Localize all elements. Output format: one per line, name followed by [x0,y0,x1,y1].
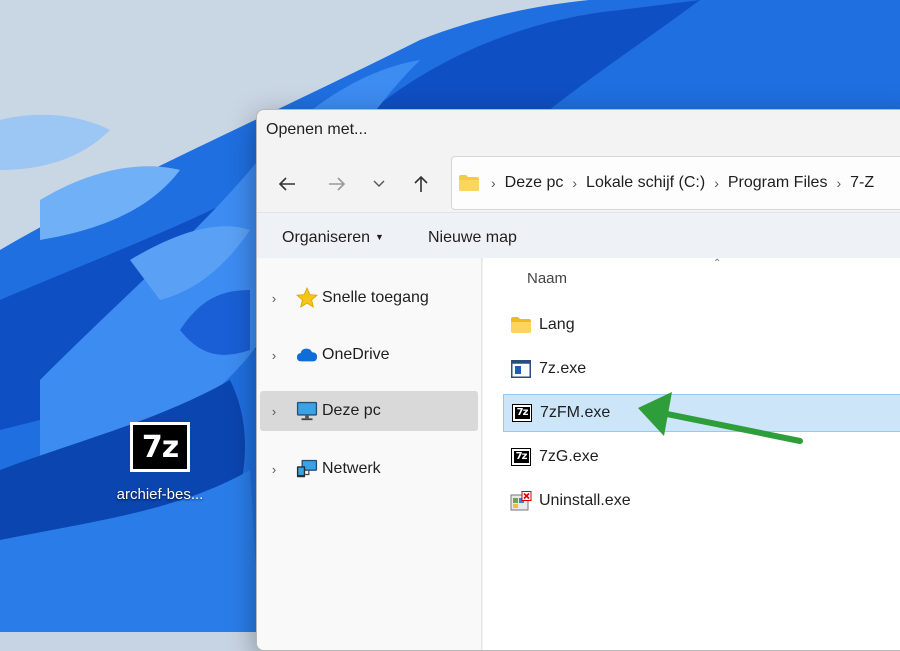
breadcrumb-deze-pc[interactable]: Deze pc [501,174,568,192]
folder-icon [452,174,486,192]
network-icon [296,458,318,480]
sort-ascending-icon: ⌃ [713,258,722,269]
up-arrow-icon [414,175,428,192]
file-row-lang[interactable]: Lang [503,306,900,344]
chevron-right-icon[interactable]: › [260,462,288,477]
console-exe-icon [509,358,533,380]
back-button[interactable] [273,170,301,198]
uninstall-icon [509,490,533,512]
up-button[interactable] [407,170,435,198]
back-arrow-icon [278,177,295,191]
breadcrumb-separator: › [836,175,842,191]
command-bar: Organiseren ▼ Nieuwe map [257,212,900,260]
folder-icon [509,314,533,336]
chevron-right-icon[interactable]: › [260,291,288,306]
file-row-uninstall-exe[interactable]: Uninstall.exe [503,482,900,520]
dropdown-caret-icon: ▼ [375,232,384,242]
new-folder-button[interactable]: Nieuwe map [428,229,517,247]
7zip-icon: 7z [510,402,534,424]
star-icon [296,287,318,309]
sidebar-item-network[interactable]: › Netwerk [260,449,478,489]
breadcrumb-program-files[interactable]: Program Files [724,174,832,192]
chevron-down-icon [373,180,385,187]
computer-icon [296,400,318,422]
column-header-name[interactable]: Naam [527,270,567,287]
breadcrumb-separator: › [714,175,719,191]
desktop-archive-shortcut[interactable]: 7z archief-bes... [106,422,214,503]
address-bar[interactable]: › Deze pc › Lokale schijf (C:) › Program… [451,156,900,210]
recent-locations-button[interactable] [365,170,393,198]
annotation-arrow [638,392,803,444]
navigation-pane: › Snelle toegang › OneDrive › Deze pc › [257,258,482,650]
7zip-icon: 7z [509,446,533,468]
breadcrumb-7zip[interactable]: 7-Z [846,174,878,192]
organize-button[interactable]: Organiseren ▼ [282,229,384,247]
sidebar-item-quick-access[interactable]: › Snelle toegang [260,278,478,318]
chevron-right-icon[interactable]: › [260,404,288,419]
7zip-archive-icon: 7z [130,422,190,472]
dialog-title: Openen met... [266,121,368,138]
sidebar-item-onedrive[interactable]: › OneDrive [260,335,478,375]
breadcrumb-local-disk[interactable]: Lokale schijf (C:) [582,174,709,192]
chevron-right-icon[interactable]: › [260,348,288,363]
breadcrumb-separator: › [572,175,578,191]
sidebar-item-this-pc[interactable]: › Deze pc [260,391,478,431]
desktop-icon-label: archief-bes... [116,486,204,503]
forward-button[interactable] [323,170,351,198]
cloud-icon [296,344,318,366]
forward-arrow-icon [329,177,346,191]
breadcrumb-separator: › [491,175,496,191]
